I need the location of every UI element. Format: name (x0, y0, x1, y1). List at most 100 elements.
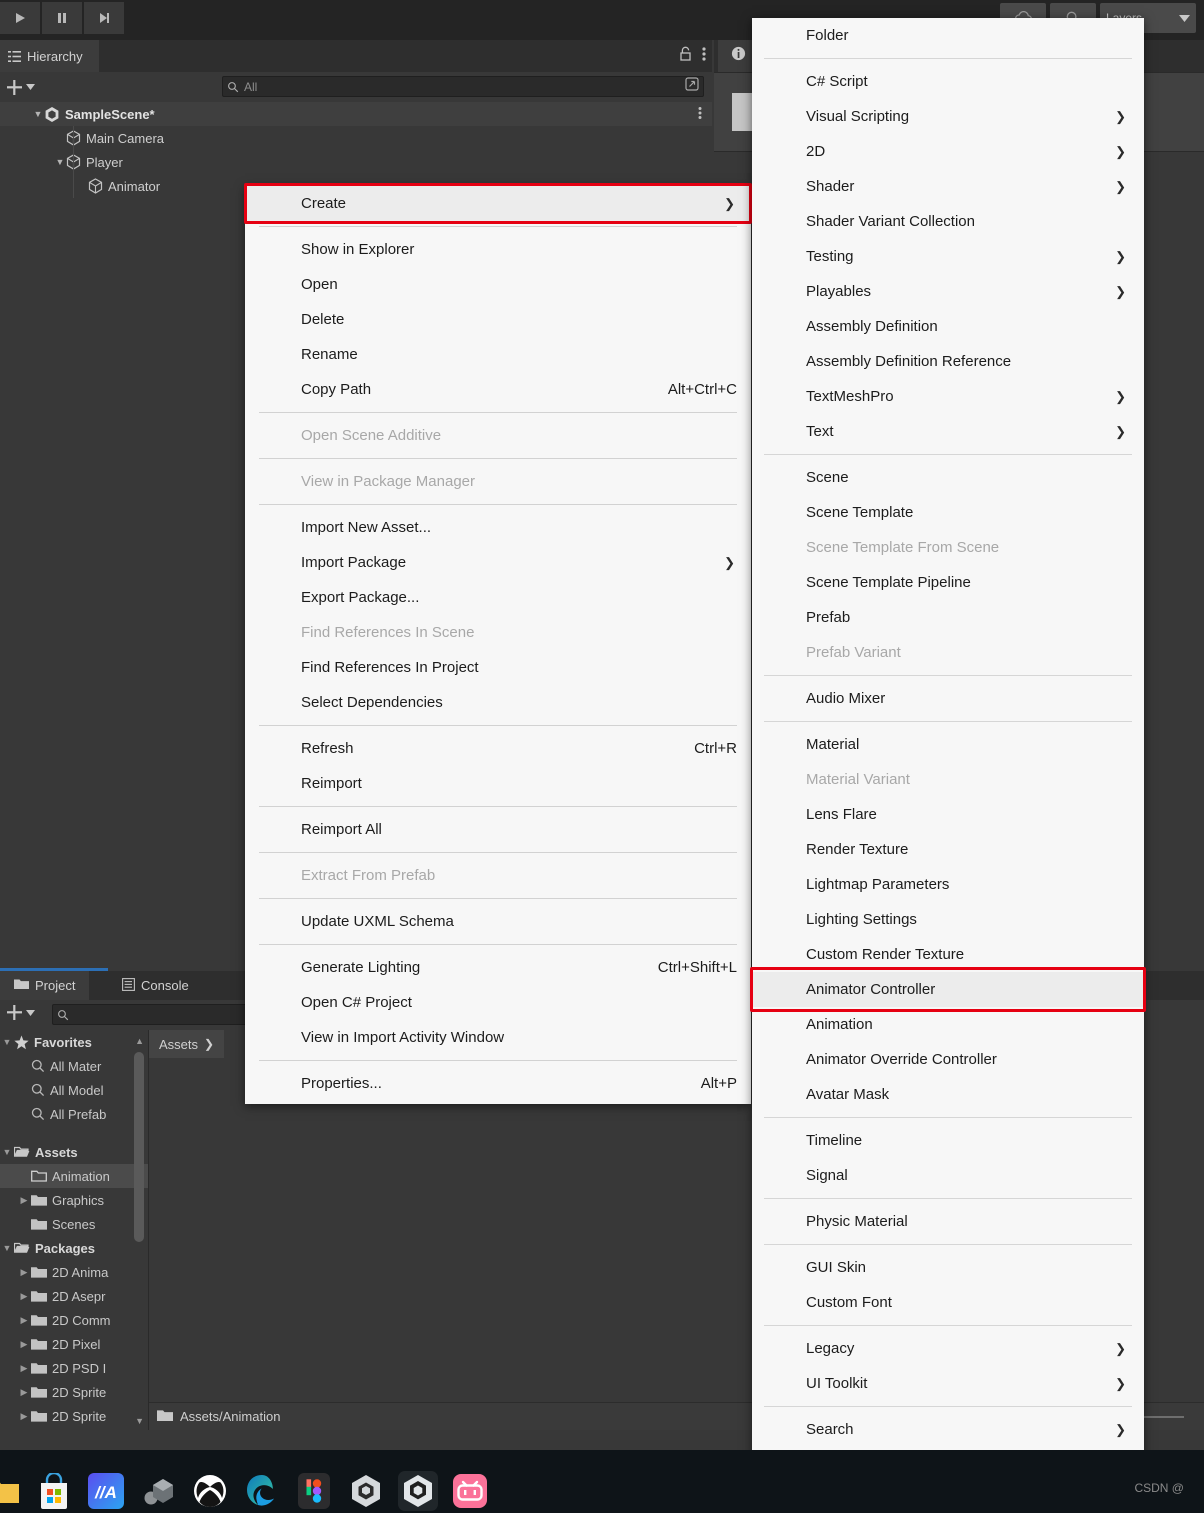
submenu-item-2d[interactable]: 2D ❯ (752, 134, 1144, 169)
project-tree-row-all-model[interactable]: All Model (0, 1078, 148, 1102)
project-tree-row-2d-pixel[interactable]: ▶ 2D Pixel (0, 1332, 148, 1356)
hierarchy-add-button[interactable] (0, 79, 35, 96)
submenu-item-custom-font[interactable]: Custom Font (752, 1285, 1144, 1320)
menu-item-copy-path[interactable]: Copy Path Alt+Ctrl+C (245, 372, 751, 407)
project-tree-row-all-prefab[interactable]: All Prefab (0, 1102, 148, 1126)
project-tree-row-2d-comm[interactable]: ▶ 2D Comm (0, 1308, 148, 1332)
chevron-down-icon[interactable]: ▼ (54, 157, 66, 167)
tab-project[interactable]: Project (0, 971, 90, 1000)
project-tree-row-favorites[interactable]: ▼ Favorites (0, 1030, 148, 1054)
menu-item-select-dependencies[interactable]: Select Dependencies (245, 685, 751, 720)
submenu-item-assembly-definition[interactable]: Assembly Definition (752, 309, 1144, 344)
chevron-right-icon[interactable]: ▶ (17, 1387, 31, 1398)
taskbar-icon-unity-hub[interactable] (346, 1471, 386, 1511)
chevron-right-icon[interactable]: ▶ (17, 1291, 31, 1302)
submenu-item-timeline[interactable]: Timeline (752, 1123, 1144, 1158)
scroll-down-icon[interactable]: ▼ (135, 1416, 144, 1426)
submenu-item-audio-mixer[interactable]: Audio Mixer (752, 681, 1144, 716)
project-tree-row-2d-psd-i[interactable]: ▶ 2D PSD I (0, 1356, 148, 1380)
taskbar-icon-xbox[interactable] (190, 1471, 230, 1511)
submenu-item-lighting-settings[interactable]: Lighting Settings (752, 902, 1144, 937)
submenu-item-scene-template-pipeline[interactable]: Scene Template Pipeline (752, 565, 1144, 600)
menu-item-import-package[interactable]: Import Package ❯ (245, 545, 751, 580)
submenu-item-ui-toolkit[interactable]: UI Toolkit ❯ (752, 1366, 1144, 1401)
hierarchy-row-player[interactable]: ▼ Player (0, 150, 712, 174)
submenu-item-material[interactable]: Material (752, 727, 1144, 762)
chevron-right-icon[interactable]: ▶ (17, 1267, 31, 1278)
submenu-item-render-texture[interactable]: Render Texture (752, 832, 1144, 867)
chevron-down-icon[interactable]: ▼ (0, 1037, 14, 1047)
step-button[interactable] (84, 2, 124, 34)
submenu-item-shader[interactable]: Shader ❯ (752, 169, 1144, 204)
taskbar-icon-unity-editor[interactable] (398, 1471, 438, 1511)
submenu-item-animation[interactable]: Animation (752, 1007, 1144, 1042)
search-expand-icon[interactable] (685, 77, 699, 96)
hierarchy-row-samplescene-[interactable]: ▼ SampleScene* (0, 102, 712, 126)
create-submenu[interactable]: Folder C# Script Visual Scripting ❯ 2D ❯ Shade… (752, 18, 1144, 1513)
menu-item-view-in-import-activity-window[interactable]: View in Import Activity Window (245, 1020, 751, 1055)
submenu-item-c#-script[interactable]: C# Script (752, 64, 1144, 99)
scroll-up-icon[interactable]: ▲ (135, 1036, 144, 1046)
project-tree-row-2d-sprite[interactable]: ▶ 2D Sprite (0, 1380, 148, 1404)
submenu-item-folder[interactable]: Folder (752, 18, 1144, 53)
submenu-item-visual-scripting[interactable]: Visual Scripting ❯ (752, 99, 1144, 134)
kebab-menu-icon[interactable] (702, 46, 706, 67)
chevron-right-icon[interactable]: ▶ (17, 1411, 31, 1422)
menu-item-rename[interactable]: Rename (245, 337, 751, 372)
menu-item-reimport-all[interactable]: Reimport All (245, 812, 751, 847)
submenu-item-animator-override-controller[interactable]: Animator Override Controller (752, 1042, 1144, 1077)
taskbar-icon-figma[interactable] (294, 1471, 334, 1511)
chevron-right-icon[interactable]: ▶ (17, 1363, 31, 1374)
taskbar-icon-microsoft-store[interactable] (34, 1471, 74, 1511)
menu-item-refresh[interactable]: Refresh Ctrl+R (245, 731, 751, 766)
taskbar-icon-autodesk[interactable]: //A (86, 1471, 126, 1511)
menu-item-create[interactable]: Create ❯ (245, 186, 751, 221)
menu-item-delete[interactable]: Delete (245, 302, 751, 337)
submenu-item-textmeshpro[interactable]: TextMeshPro ❯ (752, 379, 1144, 414)
taskbar-icon-microsoft-edge[interactable] (242, 1471, 282, 1511)
chevron-right-icon[interactable]: ▶ (17, 1339, 31, 1350)
submenu-item-physic-material[interactable]: Physic Material (752, 1204, 1144, 1239)
submenu-item-search[interactable]: Search ❯ (752, 1412, 1144, 1447)
play-button[interactable] (0, 2, 40, 34)
project-tree-row-graphics[interactable]: ▶ Graphics (0, 1188, 148, 1212)
submenu-item-custom-render-texture[interactable]: Custom Render Texture (752, 937, 1144, 972)
submenu-item-avatar-mask[interactable]: Avatar Mask (752, 1077, 1144, 1112)
chevron-down-icon[interactable]: ▼ (32, 109, 44, 119)
submenu-item-animator-controller[interactable]: Animator Controller (752, 972, 1144, 1007)
hierarchy-search-input[interactable]: All (222, 76, 704, 97)
menu-item-show-in-explorer[interactable]: Show in Explorer (245, 232, 751, 267)
chevron-down-icon[interactable]: ▼ (0, 1147, 14, 1157)
submenu-item-lens-flare[interactable]: Lens Flare (752, 797, 1144, 832)
menu-item-open-c#-project[interactable]: Open C# Project (245, 985, 751, 1020)
submenu-item-playables[interactable]: Playables ❯ (752, 274, 1144, 309)
hierarchy-row-main-camera[interactable]: Main Camera (0, 126, 712, 150)
project-tree-row-2d-anima[interactable]: ▶ 2D Anima (0, 1260, 148, 1284)
taskbar-icon-3d-app[interactable] (138, 1471, 178, 1511)
chevron-right-icon[interactable]: ▶ (17, 1195, 31, 1206)
submenu-item-signal[interactable]: Signal (752, 1158, 1144, 1193)
project-tree-scrollbar[interactable] (134, 1052, 144, 1242)
menu-item-export-package[interactable]: Export Package... (245, 580, 751, 615)
taskbar-icon-bilibili[interactable] (450, 1471, 490, 1511)
menu-item-open[interactable]: Open (245, 267, 751, 302)
asset-context-menu[interactable]: Create ❯ Show in Explorer Open Delete Rename C… (245, 186, 751, 1104)
menu-item-reimport[interactable]: Reimport (245, 766, 751, 801)
project-tree-row-assets[interactable]: ▼ Assets (0, 1140, 148, 1164)
project-tree-row-scenes[interactable]: Scenes (0, 1212, 148, 1236)
submenu-item-assembly-definition-reference[interactable]: Assembly Definition Reference (752, 344, 1144, 379)
project-tree-row-all-mater[interactable]: All Mater (0, 1054, 148, 1078)
menu-item-update-uxml-schema[interactable]: Update UXML Schema (245, 904, 751, 939)
pause-button[interactable] (42, 2, 82, 34)
chevron-right-icon[interactable]: ▶ (17, 1315, 31, 1326)
submenu-item-lightmap-parameters[interactable]: Lightmap Parameters (752, 867, 1144, 902)
project-tree-row-packages[interactable]: ▼ Packages (0, 1236, 148, 1260)
submenu-item-prefab[interactable]: Prefab (752, 600, 1144, 635)
menu-item-generate-lighting[interactable]: Generate Lighting Ctrl+Shift+L (245, 950, 751, 985)
submenu-item-scene[interactable]: Scene (752, 460, 1144, 495)
submenu-item-gui-skin[interactable]: GUI Skin (752, 1250, 1144, 1285)
breadcrumb[interactable]: Assets ❯ (149, 1030, 225, 1058)
submenu-item-shader-variant-collection[interactable]: Shader Variant Collection (752, 204, 1144, 239)
scene-kebab-icon[interactable] (698, 106, 702, 123)
lock-icon[interactable] (679, 46, 692, 66)
